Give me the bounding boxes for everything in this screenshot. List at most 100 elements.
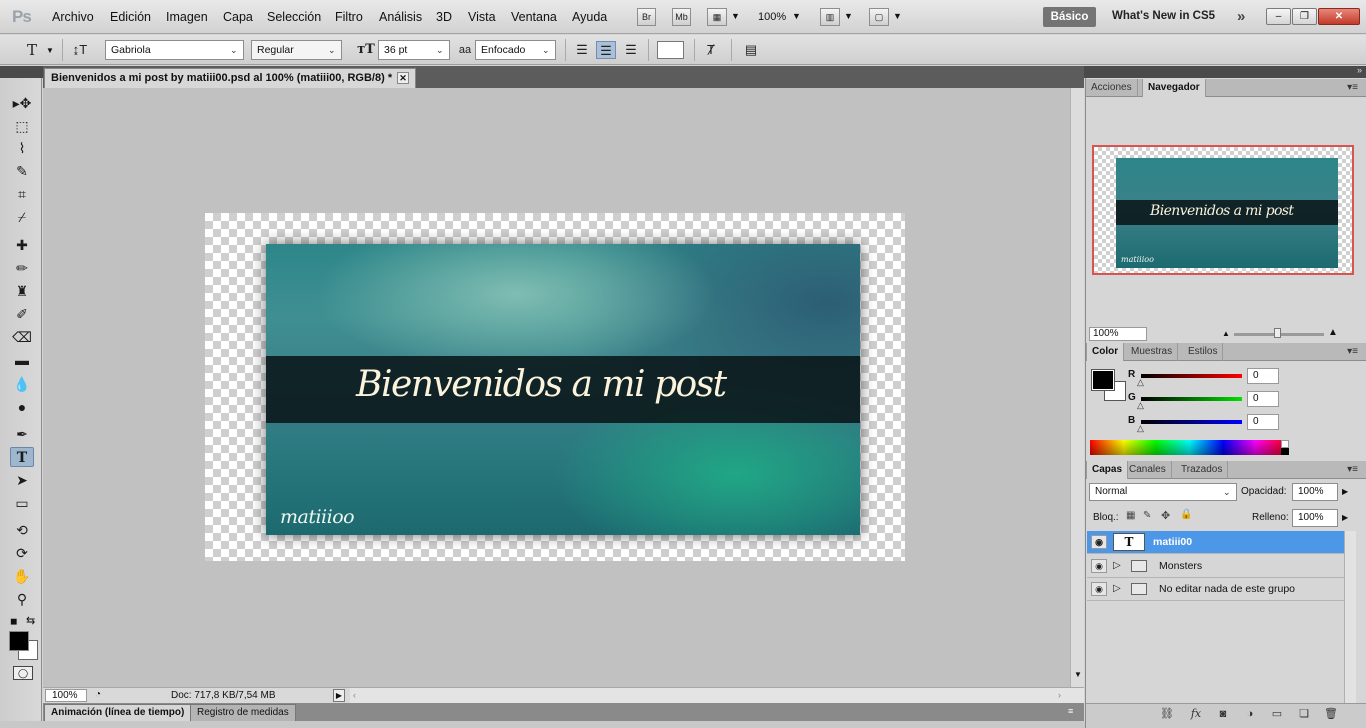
opacity-arrow-icon[interactable]: ▶	[1342, 487, 1348, 496]
tab-color[interactable]: Color	[1086, 343, 1125, 361]
chevron-down-icon[interactable]: ▼	[731, 11, 740, 21]
menu-edicion[interactable]: Edición	[110, 10, 151, 24]
chevron-down-icon[interactable]: ▼	[844, 11, 853, 21]
visibility-eye-icon[interactable]: ◉	[1091, 582, 1107, 596]
healing-brush-tool-icon[interactable]: ✚	[10, 235, 34, 255]
fill-field[interactable]: 100%	[1292, 509, 1338, 527]
blue-slider[interactable]	[1141, 420, 1242, 424]
tab-muestras[interactable]: Muestras	[1126, 343, 1179, 361]
tab-canales[interactable]: Canales	[1124, 461, 1172, 479]
lock-all-icon[interactable]: 🔒	[1180, 509, 1192, 520]
navigator-preview[interactable]: Bienvenidos a mi post matiiioo	[1092, 145, 1354, 275]
align-left-icon[interactable]: ☰	[572, 41, 592, 59]
path-selection-tool-icon[interactable]: ➤	[10, 470, 34, 490]
spectrum-black-swatch[interactable]	[1281, 448, 1289, 455]
spectrum-white-swatch[interactable]	[1281, 440, 1289, 448]
green-value-field[interactable]: 0	[1247, 391, 1279, 407]
type-tool-preset-icon[interactable]: T	[22, 41, 42, 59]
minimize-icon[interactable]: –	[1266, 8, 1291, 25]
foreground-color-swatch[interactable]	[1091, 369, 1115, 391]
zoom-level-menu[interactable]: 100%	[758, 11, 786, 23]
whats-new-link[interactable]: What's New in CS5	[1112, 10, 1215, 22]
type-tool-icon[interactable]: T	[10, 447, 34, 467]
expand-group-icon[interactable]: ▷	[1113, 578, 1121, 600]
visibility-eye-icon[interactable]: ◉	[1091, 535, 1107, 549]
expand-group-icon[interactable]: ▷	[1113, 555, 1121, 577]
quick-selection-tool-icon[interactable]: ✎	[10, 161, 34, 181]
lock-transparency-icon[interactable]: ▦	[1126, 510, 1135, 521]
lock-position-icon[interactable]: ✥	[1161, 509, 1170, 522]
shape-tool-icon[interactable]: ▭	[10, 493, 34, 513]
eraser-tool-icon[interactable]: ⌫	[10, 327, 34, 347]
minibridge-button[interactable]: Mb	[672, 8, 691, 26]
layer-row-group[interactable]: ◉ ▷ No editar nada de este grupo	[1087, 578, 1344, 601]
vertical-scrollbar[interactable]: ▼	[1070, 88, 1084, 687]
tab-trazados[interactable]: Trazados	[1176, 461, 1229, 479]
delete-layer-icon[interactable]: 🗑	[1322, 707, 1340, 721]
text-color-swatch[interactable]	[657, 41, 684, 59]
align-right-icon[interactable]: ☰	[621, 41, 641, 59]
character-panel-icon[interactable]: ▤	[741, 41, 761, 59]
bridge-button[interactable]: Br	[637, 8, 656, 26]
banner-text[interactable]: Bienvenidos a mi post	[356, 364, 727, 405]
status-menu-arrow-icon[interactable]: ▶	[333, 689, 345, 702]
visibility-eye-icon[interactable]: ◉	[1091, 559, 1107, 573]
navigator-zoom-field[interactable]: 100%	[1089, 327, 1147, 341]
gradient-tool-icon[interactable]: ▬	[10, 350, 34, 370]
brush-tool-icon[interactable]: ✏	[10, 258, 34, 278]
tab-estilos[interactable]: Estilos	[1183, 343, 1224, 361]
warp-text-icon[interactable]: Ⱦ	[701, 41, 721, 59]
font-family-select[interactable]: Gabriola ⌄	[105, 40, 244, 60]
slider-handle-icon[interactable]: △	[1137, 400, 1144, 411]
menu-capa[interactable]: Capa	[223, 10, 253, 24]
menu-filtro[interactable]: Filtro	[335, 10, 363, 24]
scroll-down-icon[interactable]: ▼	[1074, 670, 1082, 679]
opacity-field[interactable]: 100%	[1292, 483, 1338, 501]
collapse-panels-icon[interactable]: »	[1357, 65, 1362, 75]
zoom-slider-handle[interactable]	[1274, 328, 1281, 338]
swap-colors-icon[interactable]: ⇆	[26, 614, 35, 627]
marquee-tool-icon[interactable]: ⬚	[10, 116, 34, 136]
tab-capas[interactable]: Capas	[1086, 461, 1129, 479]
zoom-tool-icon[interactable]: ⚲	[10, 589, 34, 609]
clone-stamp-tool-icon[interactable]: ♜	[10, 281, 34, 301]
quick-mask-icon[interactable]: ◯	[13, 666, 33, 680]
layer-style-icon[interactable]: fx	[1187, 707, 1205, 721]
horizontal-scrollbar[interactable]: ‹ ›	[350, 687, 1084, 703]
green-slider[interactable]	[1141, 397, 1242, 401]
more-workspaces-icon[interactable]: »	[1237, 8, 1245, 25]
menu-vista[interactable]: Vista	[468, 10, 496, 24]
antialias-select[interactable]: Enfocado ⌄	[475, 40, 556, 60]
panel-menu-icon[interactable]: ▾≡	[1347, 464, 1358, 475]
foreground-color-swatch[interactable]	[9, 631, 29, 651]
tab-registro-medidas[interactable]: Registro de medidas	[190, 704, 296, 721]
3d-rotate-tool-icon[interactable]: ⟲	[10, 520, 34, 540]
lock-pixels-icon[interactable]: ✎	[1143, 510, 1151, 521]
workspace-basico-button[interactable]: Básico	[1043, 7, 1096, 27]
panel-menu-icon[interactable]: ▾≡	[1347, 82, 1358, 93]
extras-icon[interactable]: ▦	[707, 8, 727, 26]
tab-animacion[interactable]: Animación (línea de tiempo)	[44, 704, 192, 721]
scroll-left-icon[interactable]: ‹	[353, 690, 356, 700]
document-tab[interactable]: Bienvenidos a mi post by matiii00.psd al…	[44, 68, 416, 88]
red-slider[interactable]	[1141, 374, 1242, 378]
font-size-field[interactable]: 36 pt ⌄	[378, 40, 450, 60]
arrange-documents-icon[interactable]: ▥	[820, 8, 840, 26]
panel-menu-icon[interactable]: ≡	[1068, 706, 1073, 716]
status-preview-icon[interactable]: ◔	[95, 689, 101, 700]
eyedropper-tool-icon[interactable]: ⌿	[10, 207, 34, 227]
layer-row-text[interactable]: ◉ T matiii00	[1087, 531, 1344, 554]
artwork-image[interactable]: Bienvenidos a mi post matiiioo	[266, 244, 860, 535]
close-icon[interactable]: ✕	[397, 72, 409, 84]
tab-acciones[interactable]: Acciones	[1086, 79, 1138, 97]
menu-imagen[interactable]: Imagen	[166, 10, 208, 24]
blue-value-field[interactable]: 0	[1247, 414, 1279, 430]
link-layers-icon[interactable]: ⛓	[1158, 707, 1176, 721]
3d-orbit-tool-icon[interactable]: ⟳	[10, 543, 34, 563]
chevron-down-icon[interactable]: ▼	[893, 11, 902, 21]
chevron-down-icon[interactable]: ▼	[792, 11, 801, 21]
screen-mode-icon[interactable]: ▢	[869, 8, 889, 26]
adjustment-layer-icon[interactable]: ◑	[1241, 707, 1259, 721]
new-group-icon[interactable]: ▭	[1268, 707, 1286, 721]
menu-analisis[interactable]: Análisis	[379, 10, 422, 24]
